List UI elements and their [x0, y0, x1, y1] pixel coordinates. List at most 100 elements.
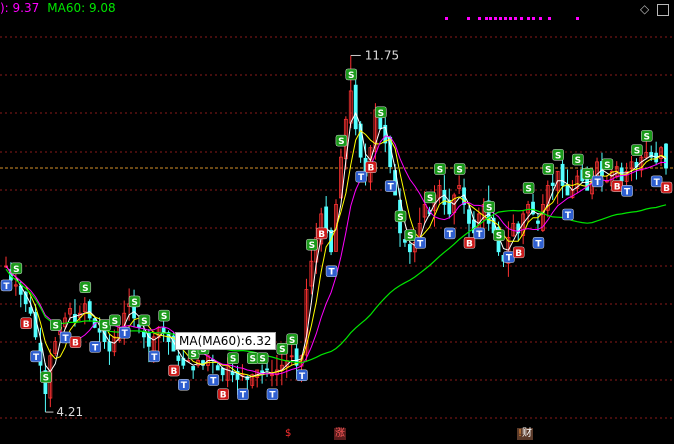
signal-marker-label-12: T	[122, 329, 129, 339]
indicator-dot-3	[485, 17, 488, 20]
signal-marker-label-44: S	[437, 166, 443, 176]
signal-marker-label-5: S	[53, 322, 59, 332]
indicator-dot-14	[548, 17, 551, 20]
ma60-tooltip: MA(MA60):6.32	[175, 332, 276, 350]
event-tag-finance[interactable]: !财	[517, 428, 534, 440]
signal-marker-label-38: S	[378, 109, 384, 119]
signal-marker-label-56: S	[555, 151, 561, 161]
signal-marker-label-22: B	[220, 391, 227, 401]
signal-marker-label-19: S	[190, 350, 196, 360]
signal-marker-label-57: T	[565, 211, 572, 221]
signal-marker-label-10: S	[102, 322, 108, 332]
signal-marker-label-31: S	[309, 241, 315, 251]
signal-marker-label-37: B	[368, 164, 375, 174]
signal-marker-label-2: B	[23, 320, 30, 330]
candle-body-53	[265, 368, 269, 371]
signal-marker-label-1: S	[13, 265, 19, 275]
candle-body-82	[407, 244, 412, 253]
signal-marker-label-8: S	[82, 284, 88, 294]
signal-marker-label-66: T	[654, 178, 661, 188]
indicator-dot-13	[539, 17, 542, 20]
signal-marker-label-27: T	[269, 391, 276, 401]
candle-body-46	[230, 371, 235, 376]
indicator-legend: ): 9.37 MA60: 9.08	[0, 1, 124, 15]
signal-marker-label-24: T	[240, 391, 247, 401]
ma-value-label: ): 9.37	[0, 1, 40, 15]
candle-body-43	[215, 365, 220, 371]
signal-marker-label-62: B	[614, 183, 621, 193]
candlestick-chart[interactable]: TSBTSST BSTS STSSTSBTS STBSTS STSSTSBTSSTBST…	[0, 0, 674, 444]
signal-marker-label-14: S	[141, 317, 147, 327]
signal-marker-label-0: T	[3, 282, 10, 292]
signal-marker-label-16: S	[161, 312, 167, 322]
signal-marker-label-32: B	[318, 230, 325, 240]
signal-marker-label-67: B	[663, 184, 670, 194]
candle-body-89	[442, 189, 447, 205]
indicator-dot-12	[532, 17, 535, 20]
signal-marker-label-55: S	[545, 166, 551, 176]
indicator-dot-7	[504, 17, 507, 20]
signal-marker-label-61: S	[604, 161, 610, 171]
indicator-dot-5	[494, 17, 497, 20]
signal-marker-label-46: S	[456, 166, 462, 176]
signal-marker-label-39: T	[388, 183, 395, 193]
candle-body-17	[87, 301, 92, 319]
signal-marker-label-42: T	[417, 239, 424, 249]
signal-marker-label-54: T	[535, 239, 542, 249]
signal-marker-label-64: S	[634, 147, 640, 157]
candle-body-111	[550, 182, 555, 186]
candle-body-35	[176, 355, 181, 361]
event-tag-limit-up[interactable]: 涨	[334, 428, 346, 440]
candle-body-94	[467, 209, 471, 224]
signal-marker-label-63: T	[624, 187, 631, 197]
candle-body-5	[28, 307, 33, 314]
signal-marker-label-47: B	[466, 239, 473, 249]
indicator-dot-11	[527, 17, 530, 20]
signal-marker-label-59: S	[584, 170, 590, 180]
indicator-dot-9	[514, 17, 517, 20]
indicator-dot-1	[467, 17, 470, 20]
signal-marker-label-26: S	[259, 355, 265, 365]
high-price-label: 11.75	[365, 48, 399, 62]
signal-marker-label-9: T	[92, 343, 99, 353]
indicator-dot-15	[576, 17, 579, 20]
signal-marker-label-25: S	[250, 355, 256, 365]
candle-body-71	[353, 84, 358, 130]
signal-marker-label-33: T	[329, 268, 336, 278]
signal-marker-label-18: T	[181, 381, 188, 391]
diamond-icon[interactable]: ◇	[640, 2, 649, 16]
signal-marker-label-43: S	[427, 194, 433, 204]
signal-marker-label-35: S	[348, 71, 354, 81]
low-price-label: 4.21	[56, 405, 83, 419]
candle-body-113	[560, 163, 565, 186]
signal-marker-label-45: T	[447, 230, 454, 240]
signal-marker-label-36: T	[358, 173, 365, 183]
indicator-dot-2	[478, 17, 481, 20]
signal-marker-label-28: S	[279, 345, 285, 355]
candle-body-21	[107, 341, 112, 352]
signal-marker-label-53: S	[525, 184, 531, 194]
indicator-dot-6	[499, 17, 502, 20]
candle-body-134	[664, 143, 668, 169]
signal-marker-label-4: S	[43, 374, 49, 384]
candle-body-108	[536, 220, 540, 224]
signal-marker-label-6: T	[63, 334, 70, 344]
signal-marker-label-48: T	[476, 230, 483, 240]
signal-marker-label-34: S	[338, 137, 344, 147]
candle-body-38	[191, 366, 196, 371]
signal-marker-label-21: T	[210, 377, 217, 387]
signal-marker-label-23: S	[230, 355, 236, 365]
candle-body-32	[161, 327, 166, 333]
signal-marker-label-49: S	[486, 203, 492, 213]
signal-marker-label-15: T	[151, 353, 158, 363]
maximize-icon[interactable]	[657, 4, 669, 16]
signal-marker-label-58: S	[575, 156, 581, 166]
event-tag-finance-label: 财	[522, 428, 533, 439]
indicator-dot-0	[445, 17, 448, 20]
signal-marker-label-17: B	[171, 367, 178, 377]
signal-marker-label-50: S	[496, 232, 502, 242]
event-tag-dollar[interactable]: $	[284, 428, 292, 440]
signal-marker-label-30: T	[299, 372, 306, 382]
signal-marker-label-60: T	[594, 178, 601, 188]
signal-marker-label-40: S	[397, 213, 403, 223]
